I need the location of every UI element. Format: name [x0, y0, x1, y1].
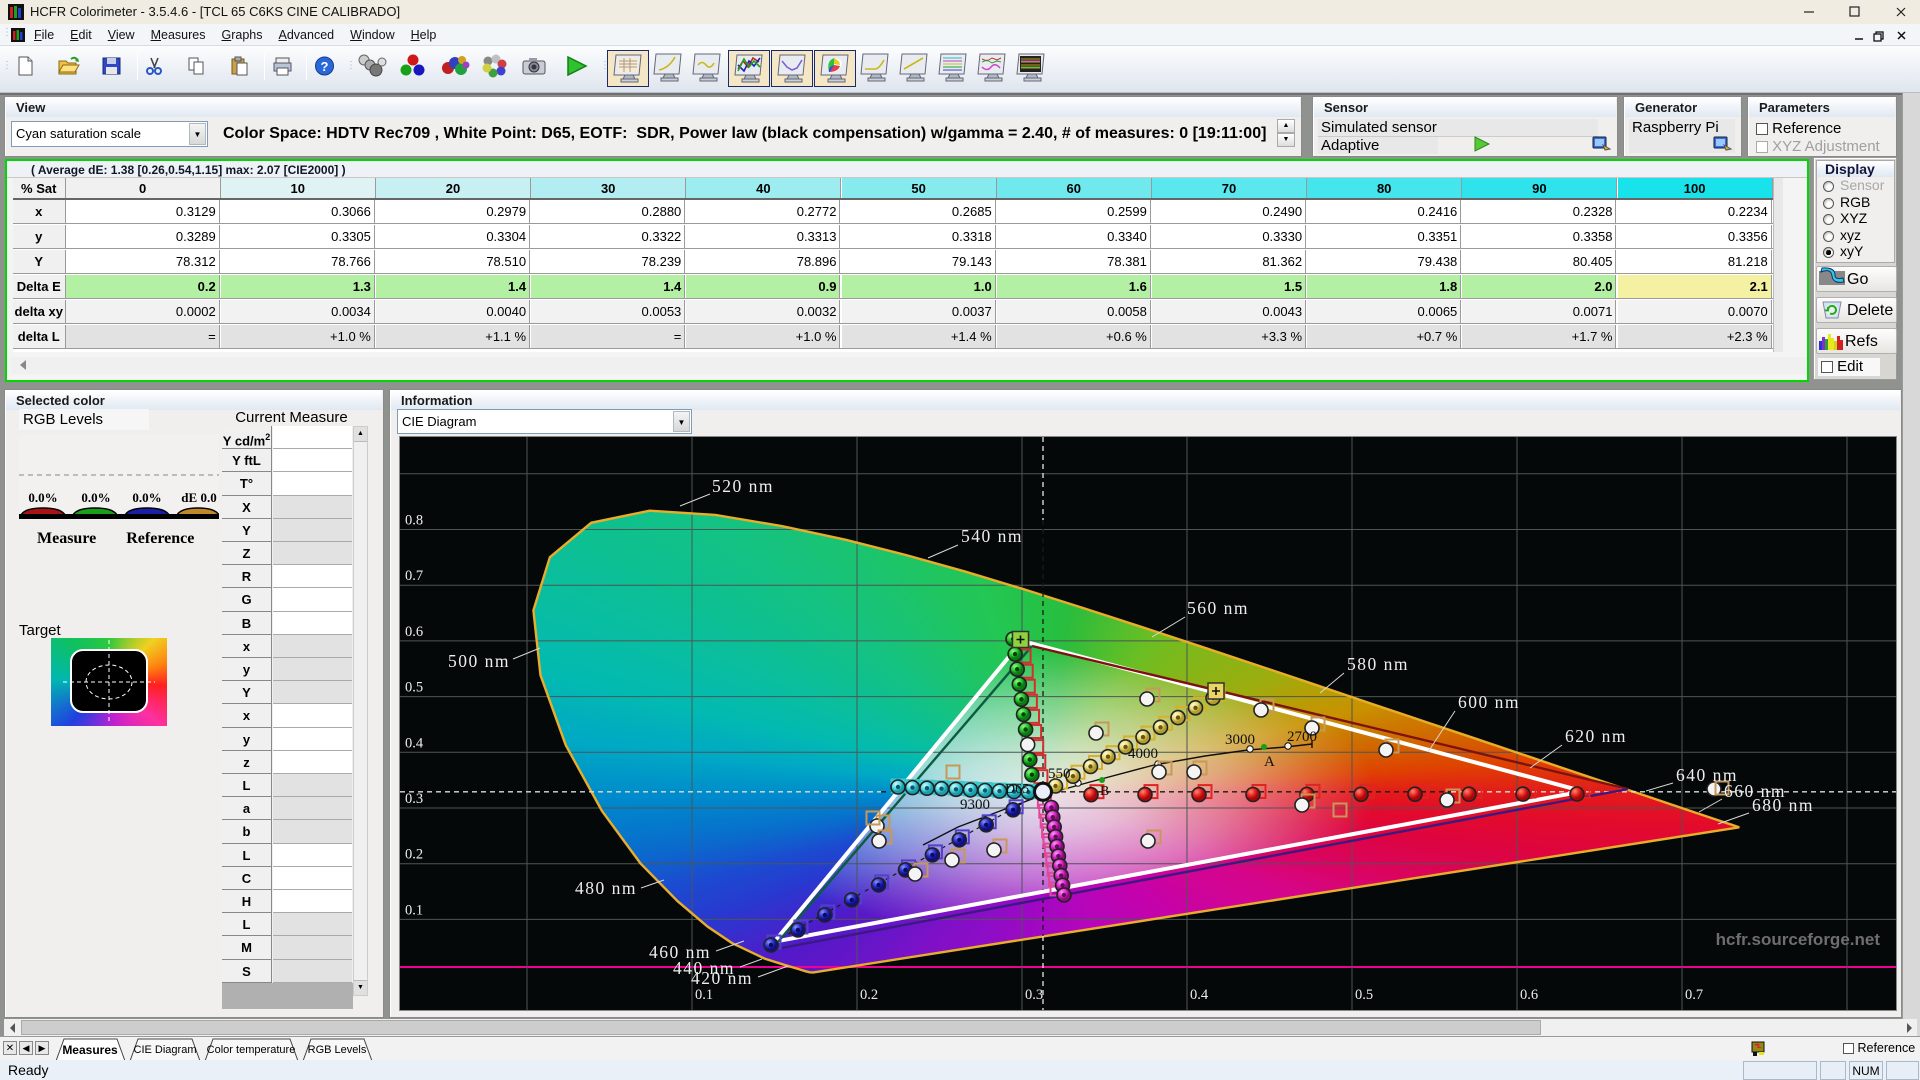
svg-text:B: B	[1100, 784, 1109, 799]
svg-text:0.7: 0.7	[1685, 987, 1703, 1003]
svg-text:0.2: 0.2	[860, 987, 878, 1003]
svg-text:620 nm: 620 nm	[1565, 726, 1627, 746]
svg-text:420 nm: 420 nm	[691, 968, 753, 988]
svg-text:3000: 3000	[1225, 732, 1255, 748]
svg-text:2700: 2700	[1287, 729, 1317, 745]
svg-text:9300: 9300	[960, 797, 990, 813]
svg-text:0.1: 0.1	[695, 987, 713, 1003]
svg-text:480 nm: 480 nm	[575, 878, 637, 898]
svg-text:?: ?	[321, 59, 329, 74]
svg-text:0.3: 0.3	[1025, 987, 1043, 1003]
svg-text:4000: 4000	[1128, 746, 1158, 762]
svg-text:D65: D65	[1005, 782, 1029, 797]
svg-text:540 nm: 540 nm	[961, 526, 1023, 546]
svg-text:dE 0.0: dE 0.0	[181, 490, 216, 505]
svg-text:0.7: 0.7	[405, 568, 423, 584]
svg-text:550: 550	[1048, 766, 1071, 782]
svg-text:hcfr.sourceforge.net: hcfr.sourceforge.net	[1716, 930, 1881, 949]
svg-text:500 nm: 500 nm	[448, 651, 510, 671]
svg-text:Color temperature: Color temperature	[207, 1044, 296, 1056]
svg-text:0.6: 0.6	[405, 624, 423, 640]
svg-text:CIE Diagram: CIE Diagram	[134, 1044, 197, 1056]
svg-text:RGB Levels: RGB Levels	[308, 1044, 367, 1056]
svg-text:0.0%: 0.0%	[132, 490, 161, 505]
svg-text:0.2: 0.2	[405, 847, 423, 863]
svg-text:680 nm: 680 nm	[1752, 795, 1814, 815]
svg-text:560 nm: 560 nm	[1187, 598, 1249, 618]
svg-text:A: A	[1264, 754, 1275, 770]
svg-text:0.8: 0.8	[405, 513, 423, 529]
svg-text:0.6: 0.6	[1520, 987, 1538, 1003]
svg-text:0.5: 0.5	[1355, 987, 1373, 1003]
svg-text:0.4: 0.4	[1190, 987, 1209, 1003]
svg-text:0.0%: 0.0%	[81, 490, 110, 505]
svg-text:0.4: 0.4	[405, 735, 424, 751]
svg-text:0.3: 0.3	[405, 791, 423, 807]
svg-text:580 nm: 580 nm	[1347, 654, 1409, 674]
svg-text:520 nm: 520 nm	[712, 476, 774, 496]
svg-text:0.0%: 0.0%	[28, 490, 57, 505]
svg-text:0.1: 0.1	[405, 902, 423, 918]
svg-text:0.5: 0.5	[405, 680, 423, 696]
svg-text:600 nm: 600 nm	[1458, 692, 1520, 712]
svg-text:Measures: Measures	[62, 1043, 118, 1057]
